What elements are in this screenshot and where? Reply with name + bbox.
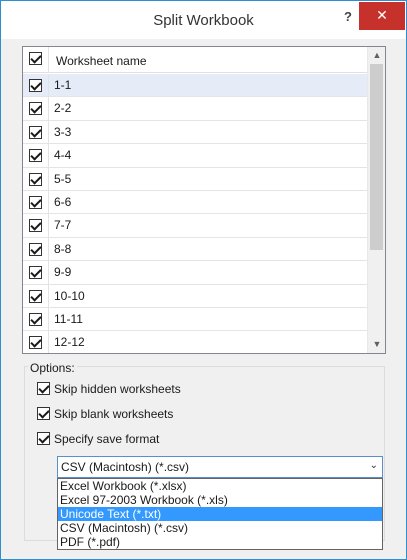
worksheet-name: 3-3 xyxy=(54,124,72,139)
worksheet-name: 10-10 xyxy=(54,288,85,303)
format-option-pdf[interactable]: PDF (*.pdf) xyxy=(58,535,382,549)
worksheet-checkbox[interactable] xyxy=(29,125,42,139)
select-all-checkbox[interactable] xyxy=(29,52,42,65)
worksheet-checkbox[interactable] xyxy=(29,266,42,280)
worksheet-name: 1-1 xyxy=(54,78,72,92)
skip-hidden-checkbox[interactable] xyxy=(37,382,50,395)
specify-format-label: Specify save format xyxy=(54,432,160,446)
worksheet-row[interactable]: 4-4 xyxy=(23,144,367,168)
worksheet-checkbox[interactable] xyxy=(29,242,42,256)
format-option-csv-mac[interactable]: CSV (Macintosh) (*.csv) xyxy=(58,521,382,535)
worksheet-checkbox[interactable] xyxy=(29,219,42,233)
chevron-down-icon[interactable]: ⌄ xyxy=(370,460,378,471)
help-button[interactable]: ? xyxy=(336,9,360,29)
worksheet-row[interactable]: 8-8 xyxy=(23,237,367,262)
worksheet-row[interactable]: 3-3 xyxy=(23,120,367,145)
worksheet-row[interactable]: 11-11 xyxy=(23,307,367,332)
skip-hidden-label: Skip hidden worksheets xyxy=(54,382,181,396)
worksheet-row[interactable]: 10-10 xyxy=(23,284,367,308)
scroll-down-arrow-icon[interactable]: ▼ xyxy=(368,336,385,353)
worksheet-row[interactable]: 12-12 xyxy=(23,331,367,353)
worksheet-row[interactable]: 6-6 xyxy=(23,190,367,215)
options-group-label: Options: xyxy=(28,361,77,375)
worksheet-name: 2-2 xyxy=(54,101,72,116)
worksheet-rows: 1-1 2-2 3-3 4-4 5-5 6-6 7-7 8-8 9-9 10-1… xyxy=(23,74,367,353)
save-format-selected-value: CSV (Macintosh) (*.csv) xyxy=(61,460,190,474)
skip-blank-label: Skip blank worksheets xyxy=(54,407,174,421)
worksheet-name: 6-6 xyxy=(54,194,72,209)
worksheet-checkbox[interactable] xyxy=(29,195,42,209)
worksheet-row[interactable]: 5-5 xyxy=(23,167,367,191)
worksheet-name: 11-11 xyxy=(54,311,83,326)
worksheet-name: 8-8 xyxy=(54,241,72,256)
scroll-up-arrow-icon[interactable]: ▲ xyxy=(368,47,385,64)
worksheet-name: 9-9 xyxy=(54,265,72,280)
save-format-combobox[interactable]: CSV (Macintosh) (*.csv) ⌄ xyxy=(57,456,383,478)
worksheet-row[interactable]: 1-1 xyxy=(23,74,367,98)
format-option-txt[interactable]: Unicode Text (*.txt) xyxy=(58,507,382,521)
format-option-xls[interactable]: Excel 97-2003 Workbook (*.xls) xyxy=(58,493,382,507)
worksheet-checkbox[interactable] xyxy=(29,79,42,92)
worksheet-list-scrollbar[interactable]: ▲ ▼ xyxy=(367,47,385,353)
worksheet-row[interactable]: 7-7 xyxy=(23,214,367,238)
worksheet-row[interactable]: 2-2 xyxy=(23,97,367,121)
worksheet-list-header: Worksheet name xyxy=(23,47,367,73)
select-all-cell xyxy=(23,47,49,73)
format-option-xlsx[interactable]: Excel Workbook (*.xlsx) xyxy=(58,479,382,493)
worksheet-name: 7-7 xyxy=(54,218,72,233)
worksheet-checkbox[interactable] xyxy=(29,149,42,163)
scroll-thumb[interactable] xyxy=(370,64,383,250)
save-format-dropdown-list: Excel Workbook (*.xlsx) Excel 97-2003 Wo… xyxy=(57,478,383,550)
worksheet-checkbox[interactable] xyxy=(29,172,42,186)
worksheet-checkbox[interactable] xyxy=(29,102,42,116)
close-button[interactable]: ✕ xyxy=(359,2,405,30)
worksheet-name: 4-4 xyxy=(54,148,72,163)
worksheet-checkbox[interactable] xyxy=(29,289,42,303)
worksheet-checkbox[interactable] xyxy=(29,336,42,350)
worksheet-list: Worksheet name 1-1 2-2 3-3 4-4 5-5 6-6 7… xyxy=(22,46,386,354)
split-workbook-dialog: Split Workbook ? ✕ Worksheet name 1-1 2-… xyxy=(0,0,407,560)
title-bar: Split Workbook ? ✕ xyxy=(1,1,406,39)
worksheet-name: 5-5 xyxy=(54,171,72,186)
skip-blank-checkbox[interactable] xyxy=(37,407,50,420)
worksheet-checkbox[interactable] xyxy=(29,312,42,326)
worksheet-name-column-header: Worksheet name xyxy=(56,54,147,68)
specify-format-checkbox[interactable] xyxy=(37,432,50,445)
worksheet-row[interactable]: 9-9 xyxy=(23,261,367,285)
worksheet-name: 12-12 xyxy=(54,335,85,350)
